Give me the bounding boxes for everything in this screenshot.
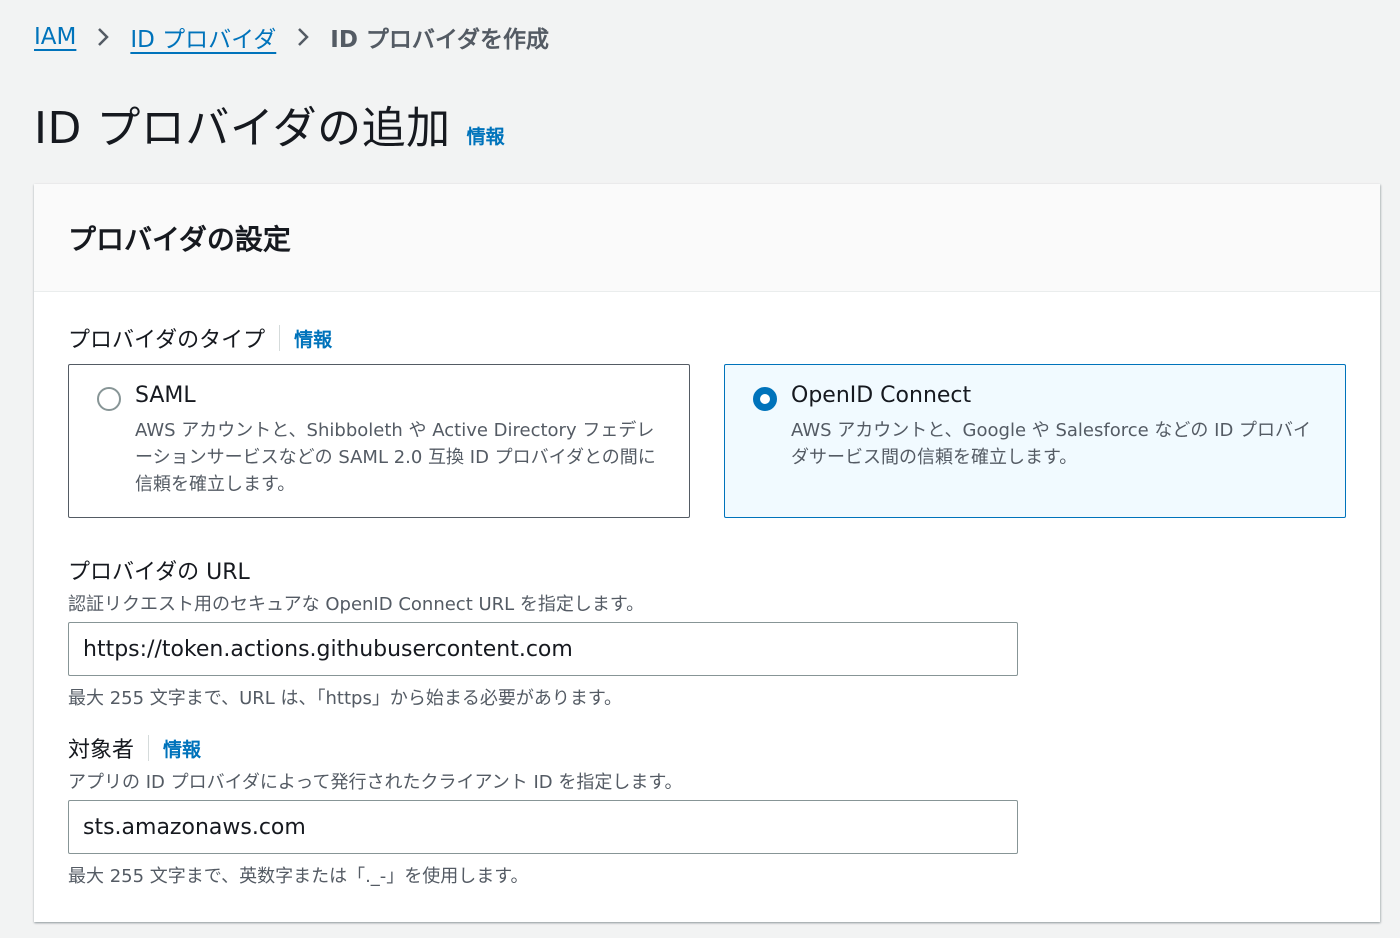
breadcrumb: IAM ID プロバイダ ID プロバイダを作成	[34, 20, 549, 54]
audience-description: アプリの ID プロバイダによって発行されたクライアント ID を指定します。	[68, 772, 683, 793]
audience-info-link[interactable]: 情報	[163, 735, 201, 762]
provider-url-label-row: プロバイダの URL	[68, 554, 250, 586]
provider-type-info-link[interactable]: 情報	[294, 325, 332, 352]
radio-title-saml: SAML	[135, 383, 196, 408]
page-info-link[interactable]: 情報	[467, 122, 505, 149]
label-divider	[279, 325, 281, 351]
radio-button-saml[interactable]	[97, 387, 121, 411]
page-title: ID プロバイダの追加	[34, 103, 451, 154]
provider-settings-panel: プロバイダの設定 プロバイダのタイプ 情報 SAML AWS アカウントと、Sh…	[34, 184, 1380, 922]
audience-input[interactable]	[68, 800, 1018, 854]
radio-card-openid-connect[interactable]: OpenID Connect AWS アカウントと、Google や Sales…	[724, 364, 1346, 518]
page-header: ID プロバイダの追加 情報	[34, 92, 505, 156]
chevron-right-icon	[96, 26, 110, 48]
breadcrumb-link-iam[interactable]: IAM	[34, 24, 76, 50]
provider-type-label-row: プロバイダのタイプ 情報	[68, 322, 332, 354]
provider-url-label: プロバイダの URL	[68, 560, 250, 585]
audience-label: 対象者	[68, 738, 135, 763]
radio-title-openid-connect: OpenID Connect	[791, 383, 972, 408]
provider-url-input[interactable]	[68, 622, 1018, 676]
radio-description-saml: AWS アカウントと、Shibboleth や Active Directory…	[135, 420, 656, 495]
breadcrumb-link-id-providers[interactable]: ID プロバイダ	[130, 20, 276, 54]
provider-type-label: プロバイダのタイプ	[68, 328, 266, 353]
panel-header: プロバイダの設定	[34, 184, 1380, 292]
breadcrumb-current: ID プロバイダを作成	[330, 27, 550, 53]
chevron-right-icon	[296, 26, 310, 48]
provider-url-description: 認証リクエスト用のセキュアな OpenID Connect URL を指定します…	[68, 594, 645, 615]
label-divider	[148, 735, 150, 761]
audience-hint: 最大 255 文字まで、英数字または「._-」を使用します。	[68, 866, 529, 887]
panel-title: プロバイダの設定	[68, 222, 291, 256]
radio-card-saml[interactable]: SAML AWS アカウントと、Shibboleth や Active Dire…	[68, 364, 690, 518]
audience-label-row: 対象者 情報	[68, 732, 201, 764]
provider-url-hint: 最大 255 文字まで、URL は、「https」から始まる必要があります。	[68, 688, 623, 709]
radio-description-openid-connect: AWS アカウントと、Google や Salesforce などの ID プロ…	[791, 420, 1312, 468]
radio-button-openid-connect[interactable]	[753, 387, 777, 411]
